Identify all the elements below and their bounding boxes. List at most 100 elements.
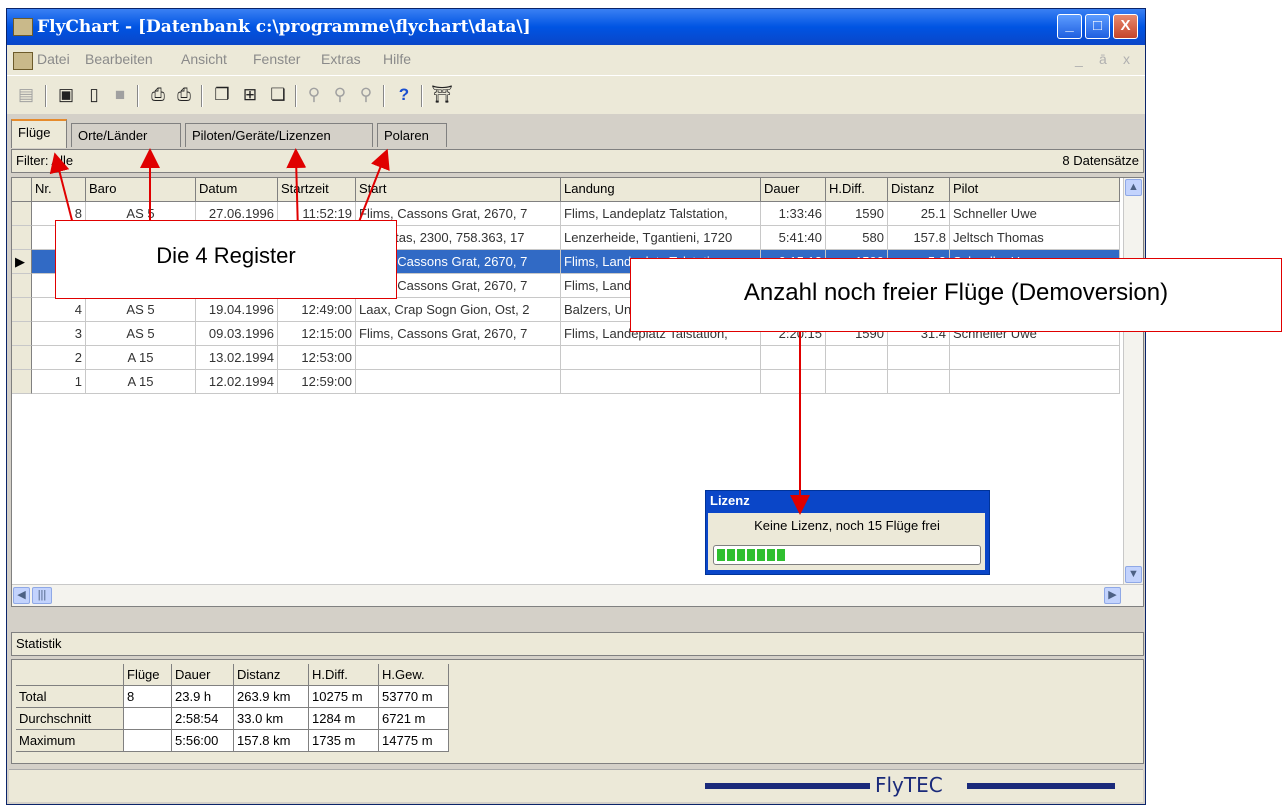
row-indicator[interactable] [12, 346, 32, 370]
save-icon[interactable]: ■ [109, 84, 131, 106]
title-bar[interactable]: FlyChart - [Datenbank c:\programme\flych… [7, 9, 1145, 45]
row-indicator[interactable] [12, 322, 32, 346]
help-icon[interactable]: ? [393, 84, 415, 106]
menu-bearbeiten[interactable]: Bearbeiten [85, 51, 153, 67]
mdi-close-button[interactable]: x [1123, 51, 1130, 67]
menu-datei[interactable]: Datei [37, 51, 70, 67]
table-cell[interactable]: 12:15:00 [278, 322, 356, 346]
export-icon[interactable]: ▣ [55, 84, 77, 106]
scroll-thumb[interactable]: ||| [32, 587, 52, 604]
table-cell[interactable]: Flims, Landeplatz Talstation, [561, 202, 761, 226]
column-header[interactable]: Baro [86, 178, 196, 202]
copy-icon[interactable]: ❐ [211, 84, 233, 106]
horizontal-scrollbar[interactable]: ◀ ||| ▶ [12, 584, 1143, 606]
scroll-left-button[interactable]: ◀ [13, 587, 30, 604]
mdi-restore-button[interactable]: ā [1099, 51, 1107, 67]
table-cell[interactable]: 5:41:40 [761, 226, 826, 250]
table-cell[interactable]: A 15 [86, 370, 196, 394]
table-cell[interactable]: 25.1 [888, 202, 950, 226]
table-cell[interactable]: 13.02.1994 [196, 346, 278, 370]
mdi-minimize-button[interactable]: _ [1075, 51, 1083, 67]
table-cell[interactable] [761, 370, 826, 394]
table-cell[interactable]: 580 [826, 226, 888, 250]
column-header[interactable]: Pilot [950, 178, 1120, 202]
app-icon[interactable] [13, 18, 33, 36]
table-cell[interactable]: 19.04.1996 [196, 298, 278, 322]
close-button[interactable]: X [1113, 14, 1138, 39]
table-cell[interactable]: Schneller Uwe [950, 202, 1120, 226]
table-cell[interactable]: 157.8 [888, 226, 950, 250]
overlap-icon[interactable]: ❏ [267, 84, 289, 106]
table-cell[interactable] [356, 370, 561, 394]
grid-icon[interactable]: ▤ [15, 84, 37, 106]
row-indicator[interactable] [12, 298, 32, 322]
table-cell[interactable] [826, 346, 888, 370]
maximize-button[interactable]: □ [1085, 14, 1110, 39]
scroll-right-button[interactable]: ▶ [1104, 587, 1121, 604]
table-icon[interactable]: ⊞ [239, 84, 261, 106]
table-cell[interactable]: Laax, Crap Sogn Gion, Ost, 2 [356, 298, 561, 322]
row-indicator[interactable] [12, 370, 32, 394]
tab-orte-laender[interactable]: Orte/Länder [71, 123, 181, 147]
column-header[interactable]: Dauer [761, 178, 826, 202]
table-row[interactable]: 2A 15 13.02.1994 12:53:00 [12, 346, 1124, 370]
table-cell[interactable]: Jeltsch Thomas [950, 226, 1120, 250]
table-cell[interactable]: 12:59:00 [278, 370, 356, 394]
row-indicator[interactable]: ▶ [12, 250, 32, 274]
table-row[interactable]: 1A 15 12.02.1994 12:59:00 [12, 370, 1124, 394]
table-cell[interactable] [888, 370, 950, 394]
table-cell[interactable]: AS 5 [86, 298, 196, 322]
column-header[interactable]: Startzeit [278, 178, 356, 202]
vertical-scrollbar[interactable]: ▲ ▼ [1123, 178, 1143, 585]
table-cell[interactable]: 12:49:00 [278, 298, 356, 322]
table-cell[interactable] [561, 370, 761, 394]
new-icon[interactable]: ▯ [83, 84, 105, 106]
menu-ansicht[interactable]: Ansicht [181, 51, 227, 67]
table-cell[interactable] [356, 346, 561, 370]
table-cell[interactable] [950, 370, 1120, 394]
table-cell[interactable]: 09.03.1996 [196, 322, 278, 346]
filter-bar[interactable]: Filter: Alle 8 Datensätze [11, 149, 1144, 173]
table-cell[interactable] [761, 346, 826, 370]
column-header[interactable]: Distanz [888, 178, 950, 202]
table-cell[interactable]: 1590 [826, 202, 888, 226]
tab-polaren[interactable]: Polaren [377, 123, 447, 147]
menu-hilfe[interactable]: Hilfe [383, 51, 411, 67]
minimize-button[interactable]: _ [1057, 14, 1082, 39]
column-header[interactable]: Datum [196, 178, 278, 202]
row-indicator[interactable] [12, 202, 32, 226]
table-cell[interactable]: 12:53:00 [278, 346, 356, 370]
table-cell[interactable]: AS 5 [86, 322, 196, 346]
scroll-up-button[interactable]: ▲ [1125, 179, 1142, 196]
table-cell[interactable] [561, 346, 761, 370]
exit-icon[interactable]: ⛩ [431, 84, 453, 106]
row-indicator[interactable] [12, 226, 32, 250]
scroll-down-button[interactable]: ▼ [1125, 566, 1142, 583]
table-cell[interactable] [950, 346, 1120, 370]
table-cell[interactable]: A 15 [86, 346, 196, 370]
column-header[interactable]: Landung [561, 178, 761, 202]
zoom-in-icon[interactable]: ⚲ [303, 84, 325, 106]
menu-extras[interactable]: Extras [321, 51, 361, 67]
table-cell[interactable]: 3 [32, 322, 86, 346]
table-cell[interactable] [826, 370, 888, 394]
table-cell[interactable]: 1 [32, 370, 86, 394]
zoom-area-icon[interactable]: ⚲ [329, 84, 351, 106]
preview-icon[interactable]: ⎙ [147, 84, 169, 106]
print-icon[interactable]: ⎙ [173, 84, 195, 106]
table-cell[interactable]: 4 [32, 298, 86, 322]
tab-piloten-geraete-lizenzen[interactable]: Piloten/Geräte/Lizenzen [185, 123, 373, 147]
table-cell[interactable]: Lenzerheide, Tgantieni, 1720 [561, 226, 761, 250]
table-cell[interactable]: Flims, Cassons Grat, 2670, 7 [356, 322, 561, 346]
statistik-tab[interactable]: Statistik [11, 632, 1144, 656]
table-cell[interactable]: 2 [32, 346, 86, 370]
document-icon[interactable] [13, 52, 33, 70]
table-cell[interactable]: 12.02.1994 [196, 370, 278, 394]
tab-fluege[interactable]: Flüge [11, 119, 67, 148]
table-cell[interactable] [888, 346, 950, 370]
menu-fenster[interactable]: Fenster [253, 51, 300, 67]
zoom-out-icon[interactable]: ⚲ [355, 84, 377, 106]
column-header[interactable]: Start [356, 178, 561, 202]
column-header[interactable]: H.Diff. [826, 178, 888, 202]
row-indicator[interactable] [12, 274, 32, 298]
